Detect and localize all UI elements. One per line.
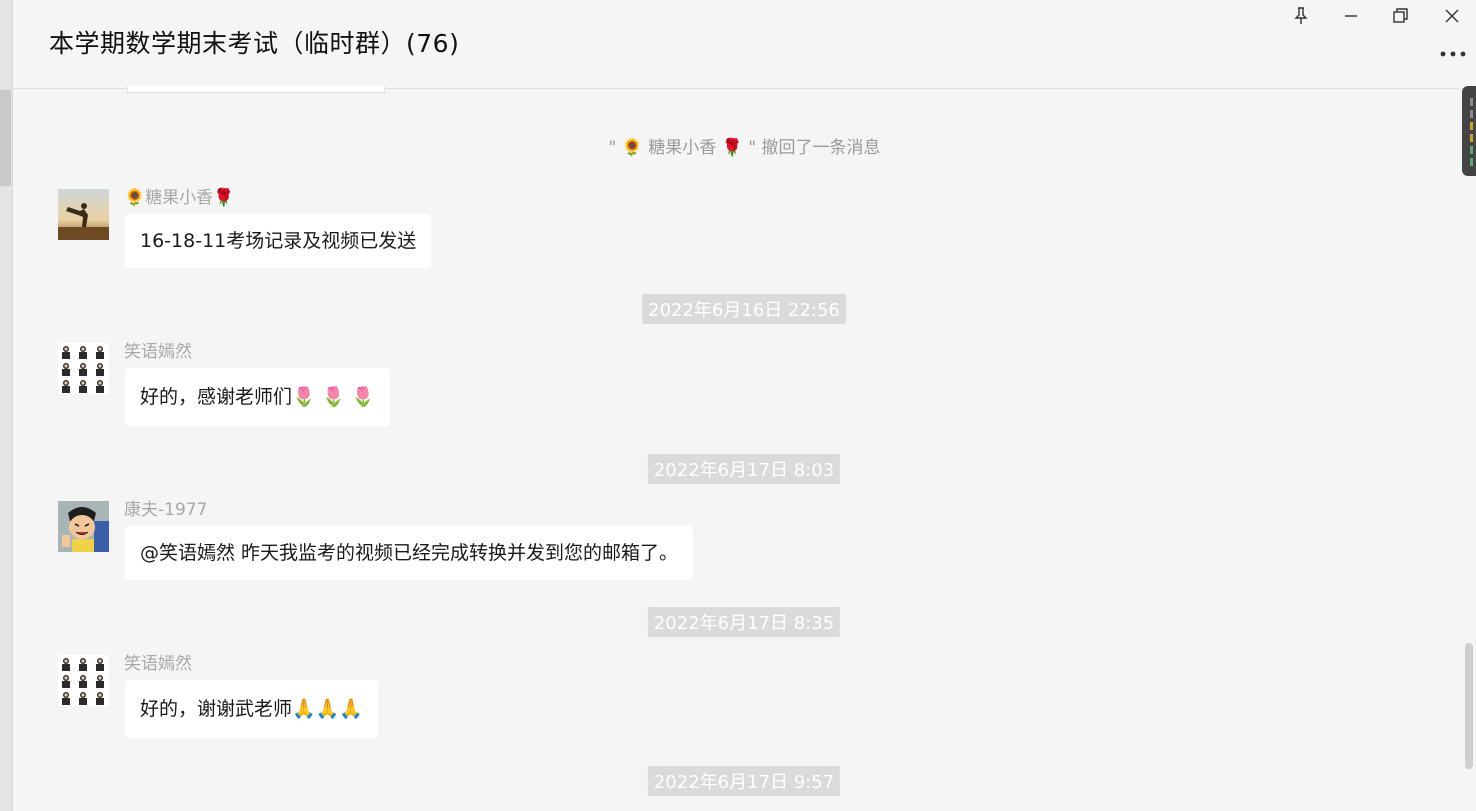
timestamp-divider: 2022年6月17日 8:03 — [647, 454, 841, 484]
minimize-icon — [1345, 15, 1357, 17]
sender-name[interactable]: 笑语嫣然 — [124, 649, 192, 674]
sender-name[interactable]: 笑语嫣然 — [124, 337, 192, 362]
restore-button[interactable] — [1381, 2, 1421, 30]
grid-people-avatar[interactable] — [58, 655, 109, 706]
sender-name[interactable]: 🌻糖果小香🌹 — [124, 183, 234, 208]
more-button[interactable] — [1438, 42, 1468, 66]
timestamp-divider: 2022年6月17日 8:35 — [647, 607, 841, 637]
left-scrollbar-thumb[interactable] — [0, 90, 11, 186]
chat-title: 本学期数学期末考试（临时群）(76) — [49, 29, 460, 58]
restore-icon — [1393, 8, 1408, 23]
chat-window: 本学期数学期末考试（临时群）(76) " 🌻 糖果小香 🌹 " 撤回了一条消息 … — [0, 0, 1476, 811]
message-bubble[interactable]: 好的，谢谢武老师🙏🙏🙏 — [125, 680, 378, 738]
message-scrollbar-thumb[interactable] — [1465, 643, 1473, 769]
message-scrollbar[interactable] — [1462, 89, 1476, 811]
timestamp-divider: 2022年6月16日 22:56 — [642, 294, 846, 324]
timestamp-divider: 2022年6月17日 9:57 — [647, 766, 841, 796]
message-bubble[interactable]: @笑语嫣然 昨天我监考的视频已经完成转换并发到您的邮箱了。 — [125, 526, 694, 580]
dancer-photo-avatar[interactable] — [58, 189, 109, 240]
title-bar: 本学期数学期末考试（临时群）(76) — [13, 0, 1476, 89]
close-icon — [1445, 9, 1459, 23]
more-icon — [1440, 51, 1466, 57]
grid-people-avatar[interactable] — [58, 343, 109, 394]
message-list[interactable]: " 🌻 糖果小香 🌹 " 撤回了一条消息 🌻糖果小香🌹 16-18-11考场记录… — [13, 89, 1461, 811]
left-panel-edge — [0, 0, 13, 811]
pin-icon — [1294, 7, 1308, 24]
cartoon-boy-avatar[interactable] — [58, 501, 109, 552]
minimize-button[interactable] — [1331, 2, 1371, 30]
message-bubble[interactable]: 16-18-11考场记录及视频已发送 — [125, 214, 432, 268]
recall-notice: " 🌻 糖果小香 🌹 " 撤回了一条消息 — [608, 138, 881, 158]
message-bubble[interactable]: 好的，感谢老师们🌷 🌷 🌷 — [125, 368, 391, 426]
close-button[interactable] — [1432, 2, 1472, 30]
pin-button[interactable] — [1281, 2, 1321, 30]
sender-name[interactable]: 康夫-1977 — [124, 495, 207, 520]
